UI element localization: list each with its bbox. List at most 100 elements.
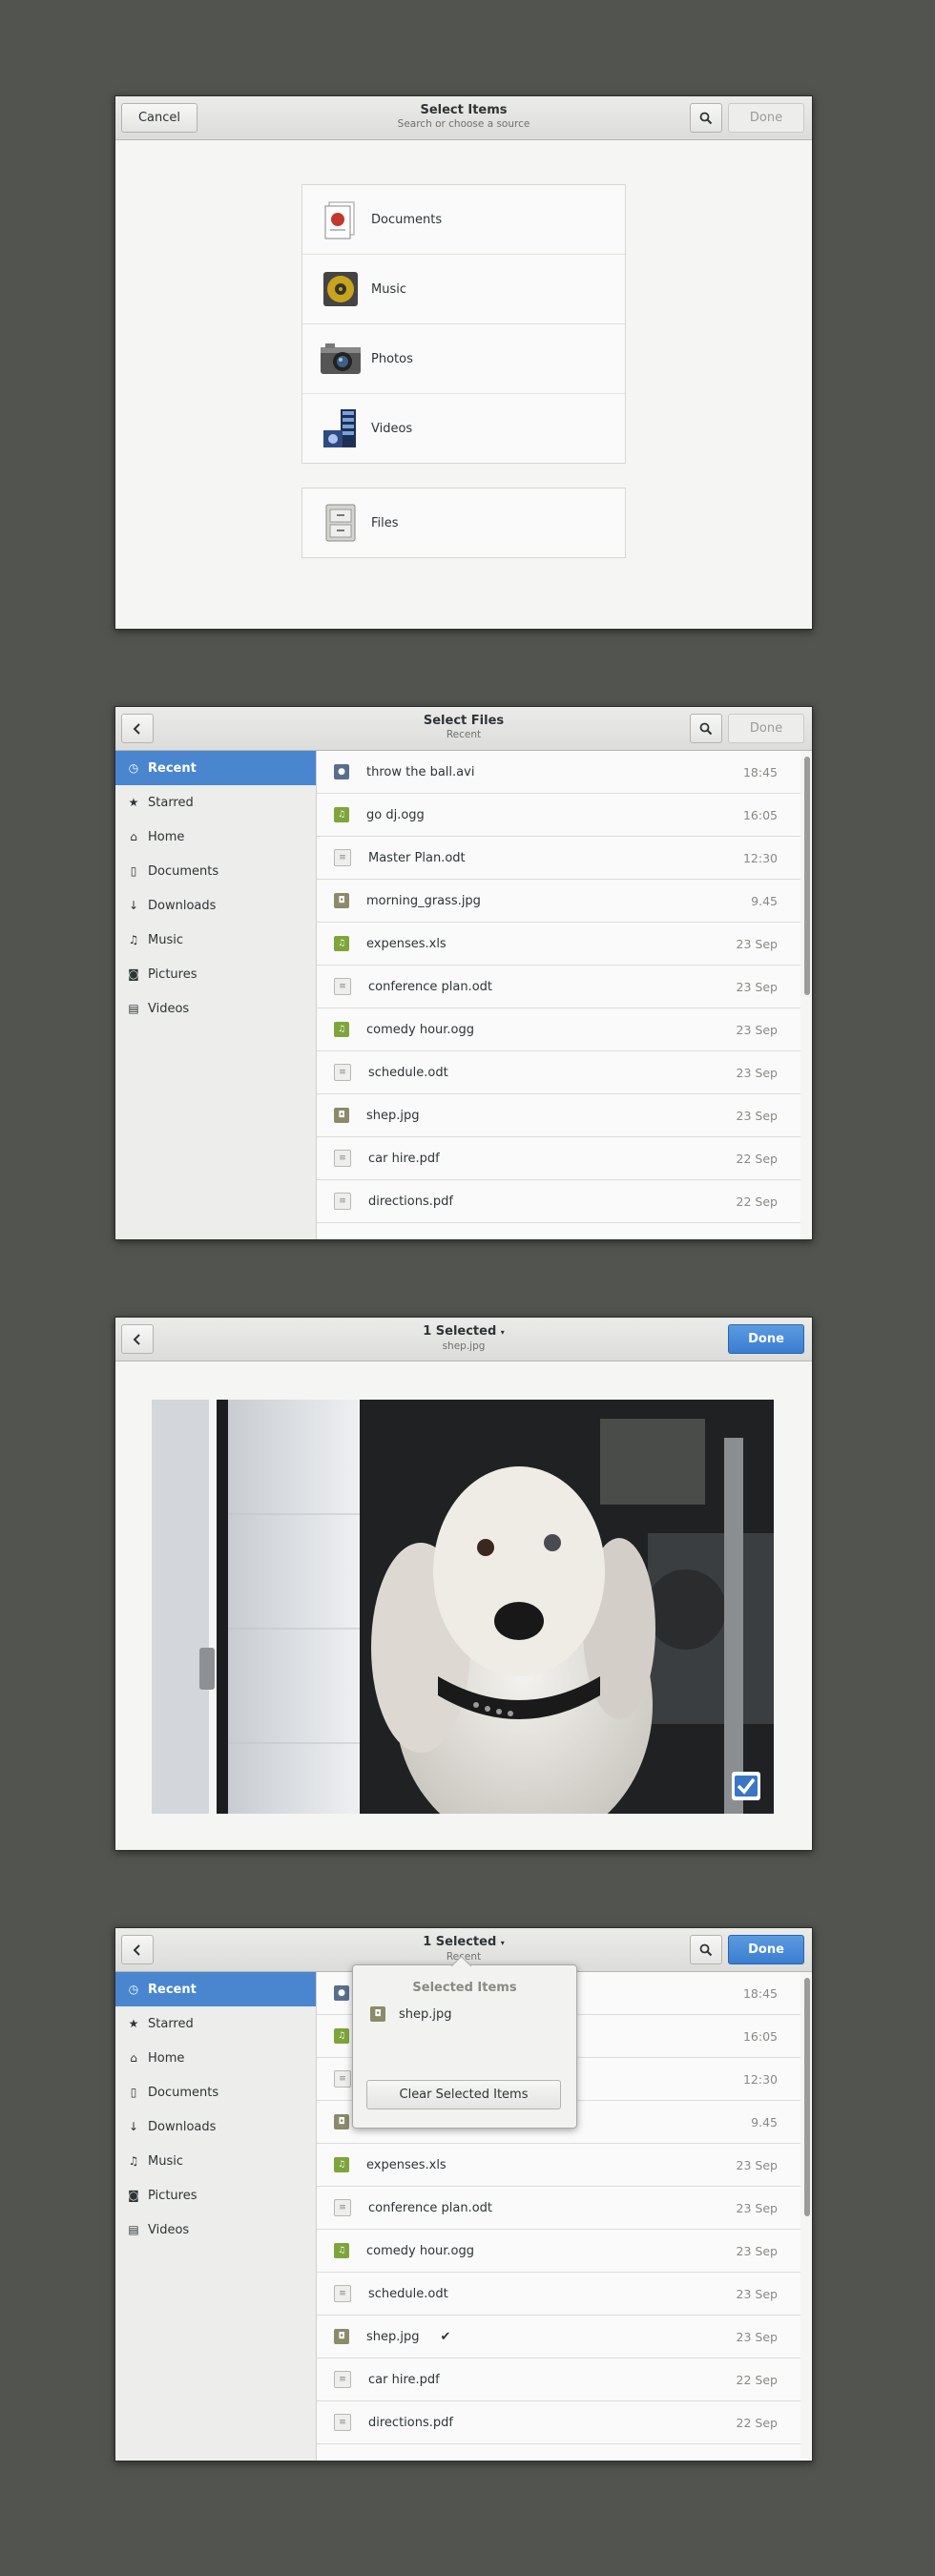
sidebar-item-downloads[interactable]: ↓ Downloads bbox=[115, 888, 316, 923]
sidebar-item-downloads[interactable]: ↓ Downloads bbox=[115, 2109, 316, 2144]
file-name: shep.jpg bbox=[366, 1108, 420, 1123]
sidebar-item-recent[interactable]: ◷ Recent bbox=[115, 751, 316, 785]
file-time: 23 Sep bbox=[736, 2243, 778, 2258]
selected-checkbox[interactable] bbox=[732, 1772, 760, 1800]
sidebar-item-label: Recent bbox=[148, 760, 197, 776]
select-files-popover-window: 1 Selected ▾ Recent Done ◷ Recent ★ Starred… bbox=[114, 1927, 813, 2462]
source-photos[interactable]: Photos bbox=[302, 324, 625, 394]
camera-icon: ◙ bbox=[128, 2189, 139, 2202]
file-row[interactable]: ≡ directions.pdf 22 Sep bbox=[317, 2401, 800, 2444]
done-button[interactable]: Done bbox=[728, 1935, 804, 1964]
selection-count: 1 Selected bbox=[423, 1324, 497, 1339]
sidebar-item-videos[interactable]: ▤ Videos bbox=[115, 2212, 316, 2247]
search-icon bbox=[699, 112, 713, 124]
chevron-left-icon bbox=[133, 1943, 140, 1956]
file-row[interactable]: ♫ go dj.ogg 16:05 bbox=[317, 794, 800, 837]
document-file-icon: ≡ bbox=[334, 1193, 351, 1210]
file-row[interactable]: ♫ comedy hour.ogg 23 Sep bbox=[317, 2230, 800, 2273]
file-row[interactable]: ◘ shep.jpg ✔ 23 Sep bbox=[317, 2316, 800, 2358]
image-file-icon: ◘ bbox=[334, 2329, 349, 2344]
file-row[interactable]: ≡ Master Plan.odt 12:30 bbox=[317, 837, 800, 880]
sidebar-item-pictures[interactable]: ◙ Pictures bbox=[115, 957, 316, 991]
file-row[interactable]: ≡ conference plan.odt 23 Sep bbox=[317, 966, 800, 1008]
done-button[interactable]: Done bbox=[728, 714, 804, 743]
file-time: 23 Sep bbox=[736, 1108, 778, 1123]
sidebar-item-home[interactable]: ⌂ Home bbox=[115, 820, 316, 854]
videos-icon bbox=[320, 407, 362, 449]
file-name: comedy hour.ogg bbox=[366, 2243, 475, 2258]
search-button[interactable] bbox=[690, 103, 722, 133]
sidebar-item-pictures[interactable]: ◙ Pictures bbox=[115, 2178, 316, 2212]
done-button[interactable]: Done bbox=[728, 103, 804, 133]
file-time: 23 Sep bbox=[736, 979, 778, 994]
back-button[interactable] bbox=[121, 714, 154, 743]
sidebar-item-label: Documents bbox=[148, 2085, 219, 2100]
sidebar-item-label: Downloads bbox=[148, 898, 217, 913]
file-row[interactable]: ≡ car hire.pdf 22 Sep bbox=[317, 2358, 800, 2401]
files-source[interactable]: Files bbox=[301, 488, 626, 558]
scrollbar[interactable] bbox=[804, 757, 810, 995]
source-documents[interactable]: Documents bbox=[302, 185, 625, 255]
file-time: 23 Sep bbox=[736, 2200, 778, 2215]
source-videos[interactable]: Videos bbox=[302, 394, 625, 463]
source-label: Files bbox=[371, 515, 399, 530]
file-row[interactable]: ≡ car hire.pdf 22 Sep bbox=[317, 1137, 800, 1180]
file-row[interactable]: ≡ conference plan.odt 23 Sep bbox=[317, 2187, 800, 2230]
popover-title: Selected Items bbox=[412, 1981, 517, 1995]
file-name: directions.pdf bbox=[368, 2415, 453, 2430]
source-label: Documents bbox=[371, 212, 443, 227]
file-row[interactable]: ◘ shep.jpg 23 Sep bbox=[317, 1094, 800, 1137]
back-button[interactable] bbox=[121, 1324, 154, 1354]
source-music[interactable]: Music bbox=[302, 255, 625, 324]
file-time: 18:45 bbox=[742, 764, 778, 779]
file-row[interactable]: ● throw the ball.avi 18:45 bbox=[317, 751, 800, 794]
sidebar-item-music[interactable]: ♫ Music bbox=[115, 923, 316, 957]
file-row[interactable]: ≡ directions.pdf 22 Sep bbox=[317, 1180, 800, 1223]
subtitle: Recent bbox=[446, 729, 482, 740]
selected-item[interactable]: ◘ shep.jpg bbox=[370, 2006, 576, 2022]
file-row[interactable]: ◘ morning_grass.jpg 9.45 bbox=[317, 880, 800, 923]
file-time: 12:30 bbox=[742, 2071, 778, 2087]
file-name: Master Plan.odt bbox=[368, 850, 466, 865]
source-list: Documents Music Photos Videos bbox=[301, 184, 626, 464]
sidebar-item-starred[interactable]: ★ Starred bbox=[115, 2006, 316, 2041]
window-title: Select Items Search or choose a source bbox=[268, 102, 659, 131]
sidebar-item-music[interactable]: ♫ Music bbox=[115, 2144, 316, 2178]
audio-file-icon: ♫ bbox=[334, 2157, 349, 2172]
search-button[interactable] bbox=[690, 1935, 722, 1964]
done-button[interactable]: Done bbox=[728, 1324, 804, 1354]
window-title[interactable]: 1 Selected ▾ shep.jpg bbox=[268, 1323, 659, 1353]
sidebar-item-recent[interactable]: ◷ Recent bbox=[115, 1972, 316, 2006]
back-button[interactable] bbox=[121, 1935, 154, 1964]
checkmark-icon: ✔ bbox=[440, 2329, 451, 2344]
file-row[interactable]: ♫ expenses.xls 23 Sep bbox=[317, 2144, 800, 2187]
sidebar-item-documents[interactable]: ▯ Documents bbox=[115, 854, 316, 888]
sidebar-item-videos[interactable]: ▤ Videos bbox=[115, 991, 316, 1026]
source-files[interactable]: Files bbox=[302, 488, 625, 557]
audio-file-icon: ♫ bbox=[334, 2243, 349, 2258]
clear-selected-items-button[interactable]: Clear Selected Items bbox=[366, 2080, 561, 2109]
search-icon bbox=[699, 722, 713, 735]
file-name: car hire.pdf bbox=[368, 2372, 440, 2387]
file-row[interactable]: ≡ schedule.odt 23 Sep bbox=[317, 2273, 800, 2316]
sidebar-item-starred[interactable]: ★ Starred bbox=[115, 785, 316, 820]
photo-preview[interactable] bbox=[152, 1400, 774, 1814]
file-row[interactable]: ≡ schedule.odt 23 Sep bbox=[317, 1051, 800, 1094]
cancel-button[interactable]: Cancel bbox=[121, 103, 197, 133]
document-file-icon: ≡ bbox=[334, 2414, 351, 2431]
file-row[interactable]: ♫ expenses.xls 23 Sep bbox=[317, 923, 800, 966]
sidebar-item-label: Home bbox=[148, 829, 185, 844]
sidebar-item-documents[interactable]: ▯ Documents bbox=[115, 2075, 316, 2109]
scrollbar[interactable] bbox=[804, 1978, 810, 2216]
sidebar-item-home[interactable]: ⌂ Home bbox=[115, 2041, 316, 2075]
document-file-icon: ≡ bbox=[334, 2371, 351, 2388]
file-row[interactable]: ♫ comedy hour.ogg 23 Sep bbox=[317, 1008, 800, 1051]
search-button[interactable] bbox=[690, 714, 722, 743]
file-time: 16:05 bbox=[742, 2028, 778, 2044]
video-file-icon: ● bbox=[334, 1985, 349, 2001]
dropdown-arrow-icon: ▾ bbox=[500, 1939, 505, 1947]
video-file-icon: ● bbox=[334, 764, 349, 779]
file-time: 23 Sep bbox=[736, 2286, 778, 2301]
image-file-icon: ◘ bbox=[334, 893, 349, 908]
dog-photo bbox=[152, 1400, 774, 1814]
